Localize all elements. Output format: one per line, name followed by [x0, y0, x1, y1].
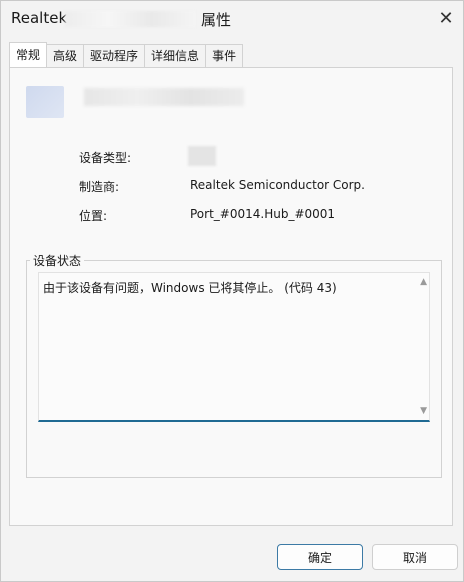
- device-type-label: 设备类型:: [79, 151, 132, 165]
- device-status-textbox[interactable]: 由于该设备有问题，Windows 已将其停止。 (代码 43) ▲ ▼: [38, 272, 430, 422]
- device-icon: [26, 86, 64, 118]
- tab-driver[interactable]: 驱动程序: [83, 44, 146, 67]
- title-redacted: [65, 11, 195, 27]
- tab-details[interactable]: 详细信息: [144, 44, 207, 67]
- status-scrollbar[interactable]: ▲ ▼: [415, 273, 429, 420]
- tab-strip: 常规 高级 驱动程序 详细信息 事件: [9, 42, 244, 68]
- window-title-prefix: Realtek: [11, 9, 68, 27]
- tab-events[interactable]: 事件: [205, 44, 244, 67]
- tab-general[interactable]: 常规: [9, 42, 48, 67]
- general-tab-panel: 设备类型: 制造商: Realtek Semiconductor Corp. 位…: [9, 67, 453, 526]
- manufacturer-value: Realtek Semiconductor Corp.: [190, 178, 365, 192]
- device-status-title: 设备状态: [30, 252, 85, 269]
- properties-dialog: Realtek 属性 ✕ 常规 高级 驱动程序 详细信息 事件 设备类型: 制造…: [0, 0, 464, 582]
- location-value: Port_#0014.Hub_#0001: [190, 207, 336, 221]
- tab-advanced[interactable]: 高级: [46, 44, 85, 67]
- scroll-up-icon[interactable]: ▲: [420, 277, 427, 287]
- close-icon: ✕: [438, 7, 454, 29]
- close-button[interactable]: ✕: [433, 5, 459, 31]
- cancel-button[interactable]: 取消: [372, 544, 458, 570]
- device-status-text: 由于该设备有问题，Windows 已将其停止。 (代码 43): [43, 281, 337, 295]
- title-bar: Realtek 属性 ✕: [1, 1, 463, 35]
- ok-button[interactable]: 确定: [277, 544, 363, 570]
- device-type-value-redacted: [188, 146, 216, 166]
- manufacturer-label: 制造商:: [79, 180, 120, 194]
- window-title-suffix: 属性: [201, 11, 232, 29]
- scroll-down-icon[interactable]: ▼: [420, 406, 427, 416]
- device-name-redacted: [84, 88, 244, 106]
- location-label: 位置:: [79, 209, 108, 223]
